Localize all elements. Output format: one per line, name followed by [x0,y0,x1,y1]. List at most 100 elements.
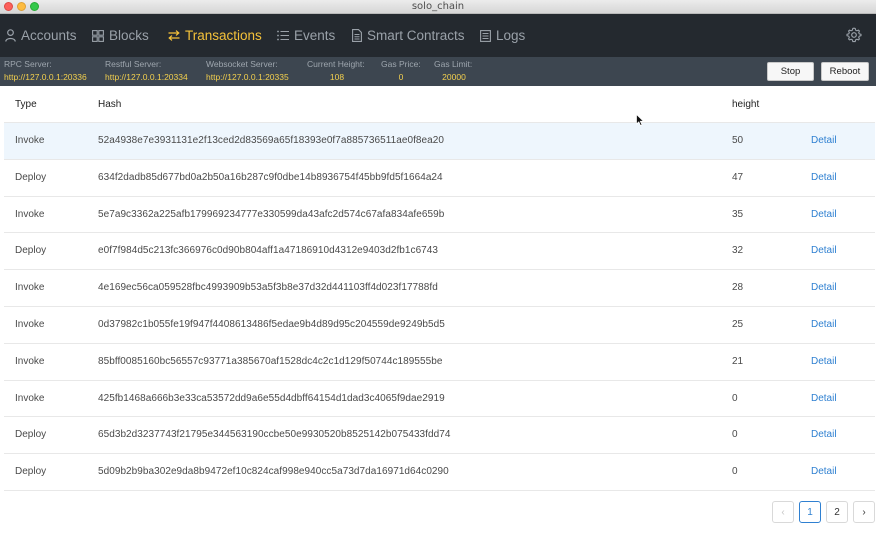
row-height: 0 [732,429,738,441]
row-height: 50 [732,135,744,146]
pagination-next-button[interactable]: › [853,501,875,523]
table-row[interactable]: Invoke 425fb1468a666b3e33ca53572dd9a6e55… [4,381,875,418]
pagination-page-2[interactable]: 2 [826,501,848,523]
pagination-prev-button[interactable]: ‹ [772,501,794,523]
row-hash: 425fb1468a666b3e33ca53572dd9a6e55d4dbff6… [98,392,445,404]
rpc-server-status: RPC Server: http://127.0.0.1:20336 [4,59,87,84]
arrows-swap-icon [168,30,180,41]
detail-link[interactable]: Detail [811,135,837,146]
person-icon [5,29,16,42]
gear-icon[interactable] [846,27,862,43]
detail-link[interactable]: Detail [811,319,837,330]
row-height: 28 [732,282,744,294]
nav-logs[interactable]: Logs [480,14,525,57]
restful-server-status: Restful Server: http://127.0.0.1:20334 [105,59,188,84]
gas-limit-value: 20000 [442,72,466,82]
nav-smart-contracts[interactable]: Smart Contracts [352,14,465,57]
row-type: Invoke [15,135,45,146]
row-type: Deploy [15,429,47,441]
nav-accounts-label: Accounts [21,28,77,43]
row-type: Invoke [15,208,45,220]
server-status-bar: RPC Server: http://127.0.0.1:20336 Restf… [0,57,876,86]
row-height: 47 [732,171,744,183]
row-hash: e0f7f984d5c213fc366976c0d90b804aff1a4718… [98,245,439,257]
row-type: Invoke [15,355,45,367]
detail-link[interactable]: Detail [811,356,837,367]
row-height: 0 [732,466,738,478]
log-icon [480,29,491,42]
row-hash: 85bff0085160bc56557c93771a385670af1528dc… [98,355,443,367]
row-hash: 634f2dadb85d677bd0a2b50a16b287c9f0dbe14b… [98,171,443,183]
restful-server-value: http://127.0.0.1:20334 [105,72,188,82]
window-title: solo_chain [411,1,465,12]
row-type: Invoke [15,318,45,330]
table-row[interactable]: Invoke 5e7a9c3362a225afb179969234777e330… [4,197,875,234]
table-row[interactable]: Invoke 52a4938e7e3931131e2f13ced2d83569a… [4,123,875,160]
detail-link[interactable]: Detail [811,466,837,477]
row-hash: 65d3b2d3237743f21795e344563190ccbe50e993… [98,429,451,441]
row-height: 35 [732,208,744,220]
row-type: Invoke [15,392,45,404]
list-icon [277,30,289,41]
table-row[interactable]: Invoke 4e169ec56ca059528fbc4993909b53a5f… [4,270,875,307]
table-row[interactable]: Deploy 634f2dadb85d677bd0a2b50a16b287c9f… [4,160,875,197]
row-type: Deploy [15,245,47,257]
document-icon [352,29,362,42]
nav-events[interactable]: Events [277,14,335,57]
restful-server-label: Restful Server: [105,59,162,69]
top-navigation: Accounts Blocks Transactions Events Smar… [0,14,876,57]
column-header-height: height [732,99,760,110]
nav-smart-contracts-label: Smart Contracts [367,28,465,43]
detail-link[interactable]: Detail [811,245,837,256]
nav-accounts[interactable]: Accounts [5,14,77,57]
rpc-server-value: http://127.0.0.1:20336 [4,72,87,82]
current-height-status: Current Height: 108 [307,59,367,84]
row-hash: 0d37982c1b055fe19f947f4408613486f5edae9b… [98,318,445,330]
row-hash: 5e7a9c3362a225afb179969234777e330599da43… [98,208,445,220]
detail-link[interactable]: Detail [811,172,837,183]
nav-transactions-label: Transactions [185,28,262,43]
window-titlebar: solo_chain [0,0,876,14]
row-height: 32 [732,245,744,257]
row-height: 25 [732,318,744,330]
gas-price-status: Gas Price: 0 [381,59,421,84]
current-height-value: 108 [329,72,345,82]
stop-button[interactable]: Stop [767,62,814,81]
websocket-server-label: Websocket Server: [206,59,278,69]
detail-link[interactable]: Detail [811,429,837,440]
row-hash: 52a4938e7e3931131e2f13ced2d83569a65f1839… [98,135,444,146]
row-height: 0 [732,392,738,404]
table-row[interactable]: Deploy 65d3b2d3237743f21795e344563190ccb… [4,417,875,455]
grid-icon [92,29,104,42]
table-row[interactable]: Invoke 85bff0085160bc56557c93771a385670a… [4,344,875,381]
current-height-label: Current Height: [307,59,365,69]
row-type: Invoke [15,282,45,294]
row-type: Deploy [15,171,47,183]
nav-transactions[interactable]: Transactions [168,14,262,57]
row-hash: 4e169ec56ca059528fbc4993909b53a5f3b8e37d… [98,282,438,294]
detail-link[interactable]: Detail [811,393,837,404]
websocket-server-value: http://127.0.0.1:20335 [206,72,289,82]
detail-link[interactable]: Detail [811,209,837,220]
nav-blocks-label: Blocks [109,28,149,43]
row-height: 21 [732,355,744,367]
gas-price-label: Gas Price: [381,59,421,69]
table-row[interactable]: Invoke 0d37982c1b055fe19f947f4408613486f… [4,307,875,344]
websocket-server-status: Websocket Server: http://127.0.0.1:20335 [206,59,289,84]
detail-link[interactable]: Detail [811,282,837,293]
row-hash: 5d09b2b9ba302e9da8b9472ef10c824caf998e94… [98,466,449,478]
gas-price-value: 0 [398,72,404,82]
rpc-server-label: RPC Server: [4,59,52,69]
column-header-type: Type [15,99,37,110]
nav-logs-label: Logs [496,28,526,43]
table-row[interactable]: Deploy e0f7f984d5c213fc366976c0d90b804af… [4,233,875,271]
nav-blocks[interactable]: Blocks [92,14,149,57]
mouse-cursor-icon [636,113,645,131]
nav-events-label: Events [294,28,336,43]
gas-limit-status: Gas Limit: 20000 [434,59,474,84]
table-header: Type Hash height [4,86,875,123]
pagination-page-1[interactable]: 1 [799,501,821,523]
table-row[interactable]: Deploy 5d09b2b9ba302e9da8b9472ef10c824ca… [4,454,875,491]
reboot-button[interactable]: Reboot [821,62,869,81]
column-header-hash: Hash [98,99,122,110]
